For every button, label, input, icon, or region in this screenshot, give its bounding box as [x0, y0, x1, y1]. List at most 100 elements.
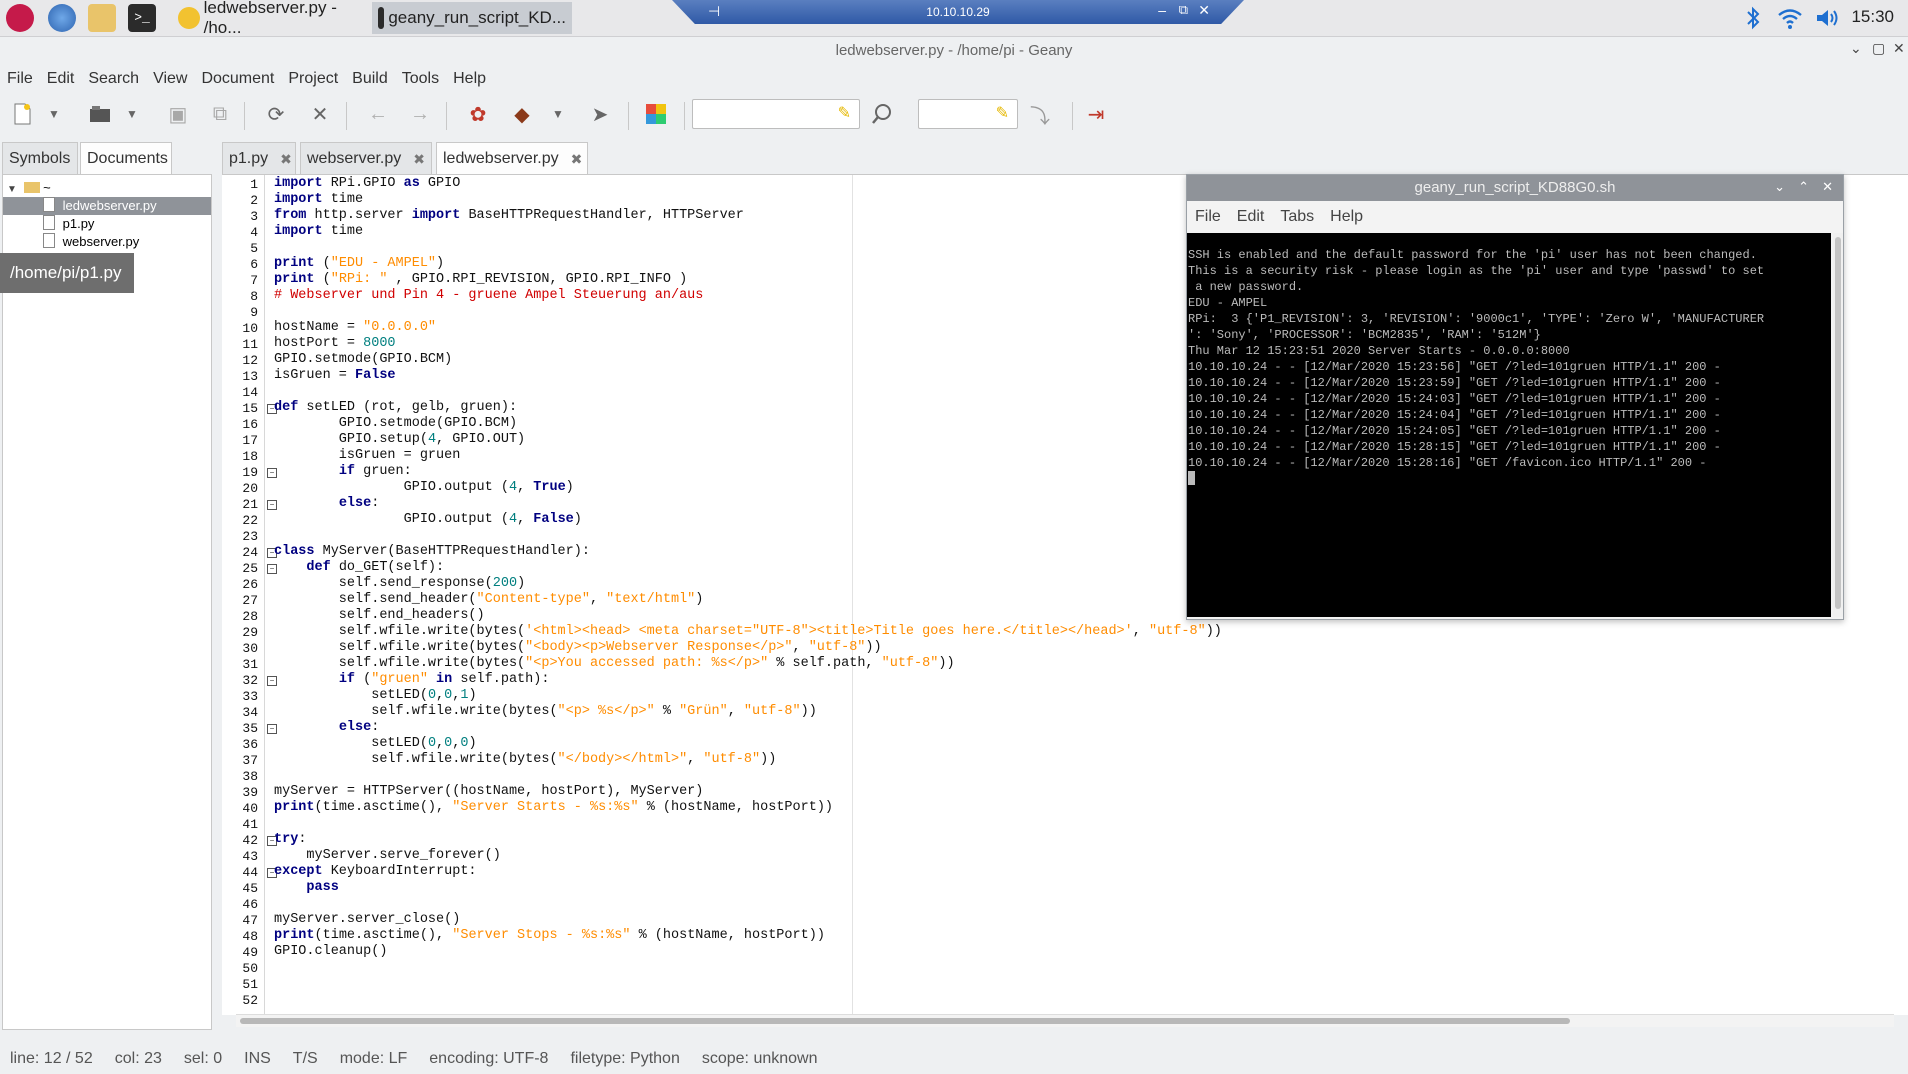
tab-symbols[interactable]: Symbols: [2, 142, 78, 174]
code-line[interactable]: isGruen = False: [274, 368, 396, 383]
minimize-icon[interactable]: ⌄: [1774, 179, 1785, 195]
code-line[interactable]: def setLED (rot, gelb, gruen):: [274, 400, 517, 415]
terminal-scrollbar[interactable]: [1833, 233, 1843, 617]
minimize-icon[interactable]: –: [1158, 2, 1166, 18]
build-dropdown-icon[interactable]: ▼: [550, 100, 566, 128]
code-line[interactable]: self.wfile.write(bytes("<p> %s</p>" % "G…: [274, 704, 817, 719]
open-file-dropdown-icon[interactable]: ▼: [124, 100, 140, 128]
code-line[interactable]: def do_GET(self):: [274, 560, 444, 575]
code-line[interactable]: GPIO.cleanup(): [274, 944, 387, 959]
search-input[interactable]: ✎: [692, 99, 860, 129]
horizontal-scrollbar[interactable]: [236, 1014, 1894, 1027]
menu-document[interactable]: Document: [194, 66, 281, 92]
expander-icon[interactable]: ▼: [7, 184, 17, 195]
close-tab-icon[interactable]: ✖: [280, 143, 292, 175]
maximize-icon[interactable]: ⧉: [1179, 2, 1188, 18]
code-line[interactable]: import RPi.GPIO as GPIO: [274, 176, 460, 191]
taskbar-task-terminal[interactable]: geany_run_script_KD...: [372, 2, 572, 34]
close-window-icon[interactable]: ✕: [1893, 40, 1905, 57]
doc-tab-webserver[interactable]: webserver.py ✖: [300, 142, 432, 174]
forward-icon[interactable]: →: [406, 100, 434, 128]
menu-help[interactable]: Help: [446, 66, 493, 92]
maximize-icon[interactable]: ⌃: [1798, 179, 1809, 195]
code-line[interactable]: GPIO.setmode(GPIO.BCM): [274, 352, 452, 367]
tree-item-p1[interactable]: p1.py: [3, 215, 94, 233]
code-line[interactable]: print(time.asctime(), "Server Starts - %…: [274, 800, 833, 815]
code-line[interactable]: isGruen = gruen: [274, 448, 461, 463]
close-tab-icon[interactable]: ✖: [413, 143, 425, 175]
new-file-dropdown-icon[interactable]: ▼: [46, 100, 62, 128]
code-line[interactable]: class MyServer(BaseHTTPRequestHandler):: [274, 544, 590, 559]
code-line[interactable]: GPIO.output (4, False): [274, 512, 582, 527]
close-icon[interactable]: ✕: [1198, 2, 1210, 19]
code-line[interactable]: if gruen:: [274, 464, 412, 479]
code-line[interactable]: myServer.serve_forever(): [274, 848, 500, 863]
save-all-icon[interactable]: ⧉: [206, 100, 234, 128]
code-line[interactable]: self.wfile.write(bytes("<p>You accessed …: [274, 656, 955, 671]
code-line[interactable]: except KeyboardInterrupt:: [274, 864, 477, 879]
code-line[interactable]: myServer.server_close(): [274, 912, 460, 927]
menu-build[interactable]: Build: [345, 66, 395, 92]
code-line[interactable]: setLED(0,0,1): [274, 688, 476, 703]
close-tab-icon[interactable]: ✖: [571, 143, 583, 175]
minimize-window-icon[interactable]: ⌄: [1850, 40, 1862, 57]
code-line[interactable]: GPIO.setmode(GPIO.BCM): [274, 416, 517, 431]
back-icon[interactable]: ←: [364, 100, 392, 128]
code-line[interactable]: else:: [274, 496, 380, 511]
code-line[interactable]: print(time.asctime(), "Server Stops - %s…: [274, 928, 825, 943]
code-line[interactable]: GPIO.setup(4, GPIO.OUT): [274, 432, 525, 447]
code-line[interactable]: self.send_header("Content-type", "text/h…: [274, 592, 704, 607]
clear-goto-icon[interactable]: ✎: [996, 103, 1009, 123]
code-line[interactable]: else:: [274, 720, 380, 735]
code-line[interactable]: if ("gruen" in self.path):: [274, 672, 550, 687]
code-line[interactable]: hostName = "0.0.0.0": [274, 320, 436, 335]
quit-icon[interactable]: ⇥: [1082, 100, 1110, 128]
code-line[interactable]: print ("EDU - AMPEL"): [274, 256, 444, 271]
close-icon[interactable]: ✕: [1822, 179, 1833, 195]
execute-icon[interactable]: ➤: [586, 100, 614, 128]
maximize-window-icon[interactable]: ▢: [1872, 40, 1885, 57]
menu-file[interactable]: File: [0, 66, 40, 92]
new-file-icon[interactable]: [8, 100, 36, 128]
terminal-menu-file[interactable]: File: [1187, 203, 1229, 231]
code-line[interactable]: from http.server import BaseHTTPRequestH…: [274, 208, 744, 223]
tree-item-webserver[interactable]: webserver.py: [3, 233, 139, 251]
taskbar-task-geany[interactable]: ledwebserver.py - /ho...: [172, 0, 368, 37]
menu-edit[interactable]: Edit: [40, 66, 82, 92]
code-line[interactable]: print ("RPi: " , GPIO.RPI_REVISION, GPIO…: [274, 272, 687, 287]
close-file-icon[interactable]: ✕: [306, 100, 334, 128]
code-line[interactable]: import time: [274, 192, 363, 207]
code-line[interactable]: self.wfile.write(bytes("</body></html>",…: [274, 752, 776, 767]
terminal-menu-edit[interactable]: Edit: [1229, 203, 1273, 231]
code-line[interactable]: # Webserver und Pin 4 - gruene Ampel Ste…: [274, 288, 703, 303]
file-manager-icon[interactable]: [88, 4, 116, 32]
code-line[interactable]: pass: [274, 880, 338, 895]
find-icon[interactable]: [868, 100, 896, 128]
code-line[interactable]: self.send_response(200): [274, 576, 525, 591]
terminal-output[interactable]: SSH is enabled and the default password …: [1187, 233, 1831, 617]
web-browser-icon[interactable]: [48, 4, 76, 32]
menu-search[interactable]: Search: [81, 66, 146, 92]
code-line[interactable]: GPIO.output (4, True): [274, 480, 574, 495]
terminal-menu-help[interactable]: Help: [1322, 203, 1371, 231]
color-chooser-icon[interactable]: [642, 100, 670, 128]
build-icon[interactable]: ◆: [508, 100, 536, 128]
compile-icon[interactable]: ✿: [464, 100, 492, 128]
save-icon[interactable]: ▣: [164, 100, 192, 128]
doc-tab-p1[interactable]: p1.py ✖: [222, 142, 296, 174]
code-line[interactable]: self.end_headers(): [274, 608, 485, 623]
menu-tools[interactable]: Tools: [395, 66, 446, 92]
raspberry-menu-icon[interactable]: [6, 4, 34, 32]
clock[interactable]: 15:30: [1851, 7, 1894, 27]
code-line[interactable]: hostPort = 8000: [274, 336, 396, 351]
code-line[interactable]: try:: [274, 832, 306, 847]
volume-icon[interactable]: [1814, 6, 1842, 30]
wifi-icon[interactable]: [1776, 6, 1804, 30]
scrollbar-thumb[interactable]: [1835, 237, 1841, 609]
tree-root[interactable]: ▼ ~: [7, 179, 51, 197]
goto-line-input[interactable]: ✎: [918, 99, 1018, 129]
clear-search-icon[interactable]: ✎: [838, 103, 851, 123]
code-line[interactable]: import time: [274, 224, 363, 239]
scrollbar-thumb[interactable]: [240, 1018, 1570, 1024]
goto-line-icon[interactable]: ⤵: [1026, 100, 1054, 128]
